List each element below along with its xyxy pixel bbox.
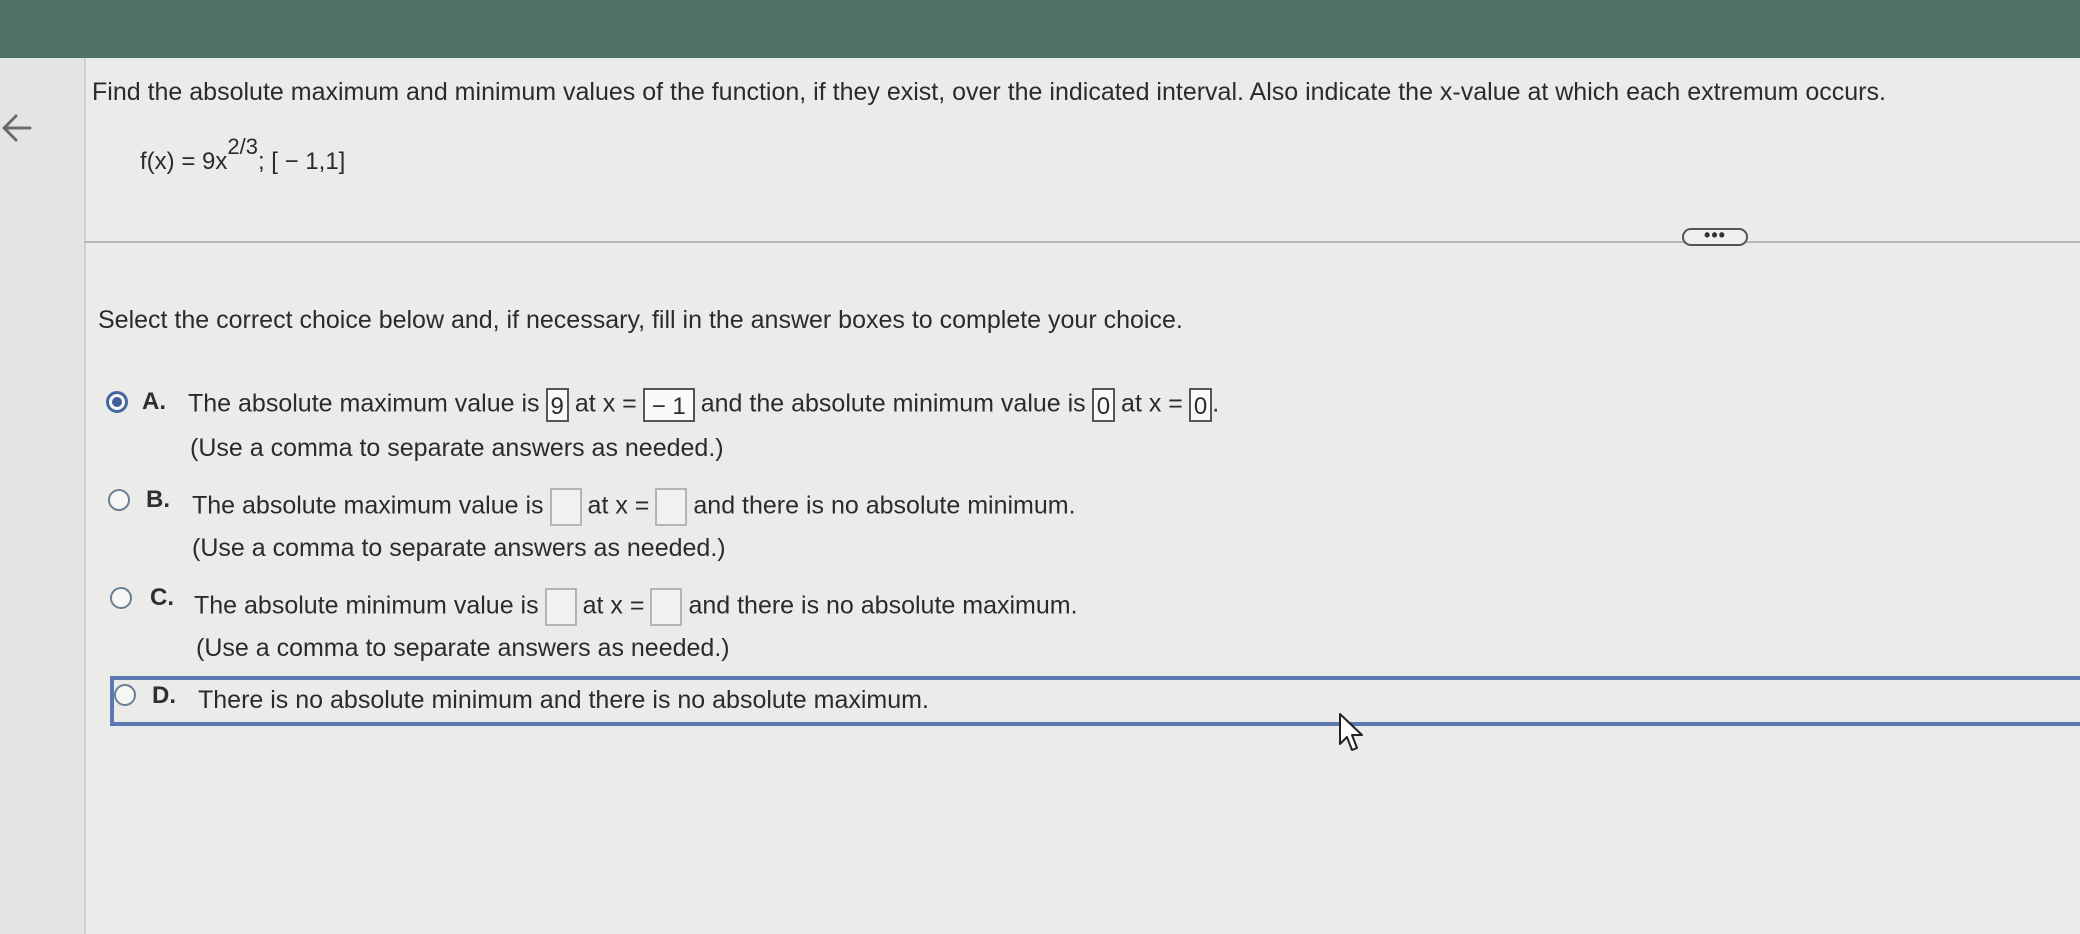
arrow-left-icon[interactable] — [0, 108, 36, 148]
choice-b-max-x-box[interactable] — [655, 488, 688, 526]
divider — [84, 241, 2080, 243]
choice-b-line1: The absolute maximum value is at x = and t… — [192, 488, 1076, 526]
choice-d-text: There is no absolute minimum and there i… — [198, 686, 929, 714]
choice-a-min-value-box[interactable]: 0 — [1091, 388, 1116, 422]
choice-b-letter: B. — [146, 486, 170, 513]
choice-b-text3: and there is no absolute minimum. — [693, 491, 1076, 520]
choice-c-min-x-box[interactable] — [650, 588, 683, 626]
choice-a-letter: A. — [142, 388, 166, 415]
left-gutter — [0, 58, 86, 934]
choice-c-text2: at x = — [582, 591, 645, 620]
choice-a-text4: at x = — [1121, 389, 1183, 418]
instruction-text: Select the correct choice below and, if … — [98, 306, 1183, 334]
choice-a-line1: The absolute maximum value is 9 at x = − 1a… — [188, 388, 1219, 422]
choice-b-radio[interactable] — [108, 489, 130, 511]
choice-d-letter: D. — [152, 682, 176, 709]
choice-a-text5: . — [1212, 389, 1220, 418]
choice-a-max-x-box[interactable]: − 1 — [642, 388, 695, 422]
choice-a-text1: The absolute maximum value is — [188, 389, 540, 418]
choice-a-text2: at x = — [574, 389, 637, 418]
choice-a-radio[interactable] — [106, 391, 128, 413]
choice-c-radio[interactable] — [110, 587, 132, 609]
choice-c-min-value-box[interactable] — [544, 588, 577, 626]
choice-b-text2: at x = — [587, 491, 650, 520]
top-bar — [0, 0, 2080, 58]
function-exponent: 2/3 — [227, 134, 258, 159]
choice-c-hint: (Use a comma to separate answers as need… — [196, 634, 730, 662]
choice-c-text3: and there is no absolute maximum. — [688, 591, 1078, 620]
choice-c-line1: The absolute minimum value is at x = and t… — [194, 588, 1078, 626]
mouse-pointer-icon — [1339, 713, 1363, 751]
more-options-button[interactable]: ••• — [1682, 226, 1748, 246]
choice-a-hint: (Use a comma to separate answers as need… — [190, 434, 724, 462]
choice-a-text3: and the absolute minimum value is — [700, 389, 1086, 418]
choice-b-hint: (Use a comma to separate answers as need… — [192, 534, 726, 562]
question-prompt: Find the absolute maximum and minimum va… — [92, 78, 1886, 106]
function-expression: f(x) = 9x2/3; [ − 1,1] — [140, 134, 346, 176]
function-lhs: f(x) = 9x — [140, 148, 228, 175]
choice-c-letter: C. — [150, 584, 174, 611]
choice-a-max-value-box[interactable]: 9 — [545, 388, 569, 422]
choice-b-max-value-box[interactable] — [549, 488, 582, 526]
function-interval: ; [ − 1,1] — [257, 148, 346, 175]
choice-b-text1: The absolute maximum value is — [192, 491, 544, 520]
choice-a-min-x-box[interactable]: 0 — [1188, 388, 1213, 422]
choice-c-text1: The absolute minimum value is — [194, 591, 539, 620]
choice-d-radio[interactable] — [114, 684, 136, 706]
